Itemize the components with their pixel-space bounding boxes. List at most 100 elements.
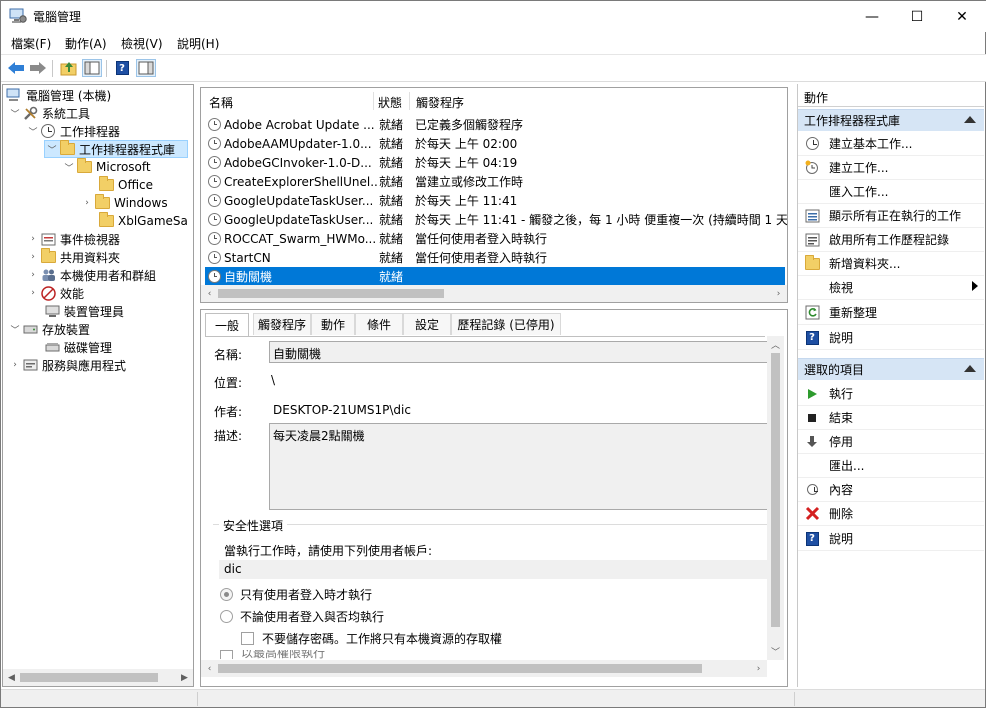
radio-selected-icon[interactable] — [220, 588, 233, 601]
collapse-icon[interactable] — [964, 116, 976, 123]
chevron-down-icon[interactable]: ﹀ — [8, 322, 22, 336]
help-icon[interactable]: ? — [112, 59, 132, 77]
section-selected-item[interactable]: 選取的項目 — [798, 358, 984, 380]
task-row[interactable]: StartCN 就緒 當任何使用者登入時執行 — [205, 248, 785, 267]
task-list-horizontal-scrollbar[interactable]: ‹ › — [201, 285, 787, 302]
radio-logged-on-only[interactable]: 只有使用者登入時才執行 — [220, 586, 372, 603]
tree-task-scheduler[interactable]: ﹀ 工作排程器 — [26, 122, 120, 140]
scroll-up-icon[interactable]: ︿ — [767, 336, 784, 353]
task-row[interactable]: Adobe Acrobat Update ... 就緒 已定義多個觸發程序 — [205, 115, 785, 134]
task-row[interactable]: AdobeGCInvoker-1.0-D... 就緒 於每天 上午 04:19 — [205, 153, 785, 172]
tab-triggers[interactable]: 觸發程序 — [253, 313, 311, 335]
tab-conditions[interactable]: 條件 — [355, 313, 403, 335]
column-header-name[interactable]: 名稱 — [209, 94, 233, 111]
tree-local-users[interactable]: › 本機使用者和群組 — [26, 266, 156, 284]
action-properties[interactable]: 內容 — [798, 478, 984, 502]
up-folder-icon[interactable] — [59, 59, 79, 77]
column-header-status[interactable]: 狀態 — [378, 94, 402, 111]
action-delete[interactable]: 刪除 — [798, 502, 984, 526]
scroll-right-icon[interactable]: ▶ — [176, 669, 193, 686]
forward-arrow-icon[interactable] — [28, 59, 48, 77]
action-disable[interactable]: 停用 — [798, 430, 984, 454]
action-export[interactable]: 匯出... — [798, 454, 984, 478]
chevron-right-icon[interactable]: › — [80, 196, 94, 210]
scroll-right-icon[interactable]: › — [770, 285, 787, 302]
action-help[interactable]: ? 說明 — [798, 326, 984, 350]
close-button[interactable]: ✕ — [939, 1, 985, 32]
user-account-field[interactable]: dic — [219, 560, 769, 579]
checkbox-icon[interactable] — [241, 632, 254, 645]
tree-system-tools[interactable]: ﹀ 系統工具 — [8, 104, 90, 122]
action-new-folder[interactable]: 新增資料夾... — [798, 252, 984, 276]
tree-disk-management[interactable]: 磁碟管理 — [44, 338, 112, 356]
chevron-right-icon[interactable]: › — [26, 250, 40, 264]
tree-office[interactable]: Office — [98, 176, 153, 194]
tab-settings[interactable]: 設定 — [403, 313, 451, 335]
show-hide-tree-icon[interactable] — [82, 59, 102, 77]
collapse-icon[interactable] — [964, 365, 976, 372]
highest-privileges-partial[interactable]: 以最高權限執行 — [220, 650, 760, 659]
chevron-down-icon[interactable]: ﹀ — [8, 106, 22, 120]
scroll-down-icon[interactable]: ﹀ — [767, 643, 784, 660]
menu-action[interactable]: 動作(A) — [65, 35, 107, 52]
radio-icon[interactable] — [220, 610, 233, 623]
task-row-selected[interactable]: 自動關機 就緒 — [205, 267, 785, 286]
chevron-right-icon[interactable]: › — [26, 286, 40, 300]
chevron-right-icon[interactable]: › — [26, 268, 40, 282]
detail-vertical-scrollbar[interactable]: ︿ ﹀ — [767, 336, 784, 660]
chevron-right-icon[interactable]: › — [26, 232, 40, 246]
minimize-button[interactable]: — — [849, 1, 895, 32]
chevron-right-icon[interactable]: › — [8, 358, 22, 372]
action-view[interactable]: 檢視 — [798, 276, 984, 300]
action-run[interactable]: 執行 — [798, 382, 984, 406]
scroll-thumb[interactable] — [218, 664, 702, 673]
task-row[interactable]: AdobeAAMUpdater-1.0... 就緒 於每天 上午 02:00 — [205, 134, 785, 153]
chevron-down-icon[interactable]: ﹀ — [26, 124, 40, 138]
action-display-running[interactable]: 顯示所有正在執行的工作 — [798, 204, 984, 228]
checkbox-do-not-store-password[interactable]: 不要儲存密碼。工作將只有本機資源的存取權 — [241, 630, 502, 647]
scroll-thumb[interactable] — [20, 673, 158, 682]
task-row[interactable]: ROCCAT_Swarm_HWMo... 就緒 當任何使用者登入時執行 — [205, 229, 785, 248]
scroll-thumb[interactable] — [218, 289, 444, 298]
action-enable-history[interactable]: 啟用所有工作歷程記錄 — [798, 228, 984, 252]
tree-shared-folders[interactable]: › 共用資料夾 — [26, 248, 120, 266]
back-arrow-icon[interactable] — [6, 59, 26, 77]
action-import-task[interactable]: 匯入工作... — [798, 180, 984, 204]
action-create-basic-task[interactable]: 建立基本工作... — [798, 132, 984, 156]
menu-file[interactable]: 檔案(F) — [11, 35, 51, 52]
maximize-button[interactable]: ☐ — [894, 1, 940, 32]
action-refresh[interactable]: 重新整理 — [798, 301, 984, 325]
scroll-left-icon[interactable]: ◀ — [3, 669, 20, 686]
column-header-trigger[interactable]: 觸發程序 — [416, 94, 464, 111]
detail-horizontal-scrollbar[interactable]: ‹ › — [201, 660, 767, 677]
description-field[interactable]: 每天凌晨2點關機 — [269, 423, 769, 510]
tree-microsoft[interactable]: ﹀ Microsoft — [62, 158, 151, 176]
section-task-library[interactable]: 工作排程器程式庫 — [798, 109, 984, 131]
task-row[interactable]: CreateExplorerShellUnel... 就緒 當建立或修改工作時 — [205, 172, 785, 191]
scroll-left-icon[interactable]: ‹ — [201, 285, 218, 302]
show-hide-action-pane-icon[interactable] — [136, 59, 156, 77]
scroll-right-icon[interactable]: › — [750, 660, 767, 677]
tree-windows[interactable]: › Windows — [80, 194, 168, 212]
tree-device-manager[interactable]: 裝置管理員 — [44, 302, 124, 320]
tab-history[interactable]: 歷程記錄 (已停用) — [451, 313, 561, 335]
tab-actions[interactable]: 動作 — [311, 313, 355, 335]
chevron-down-icon[interactable]: ﹀ — [45, 142, 59, 156]
scroll-left-icon[interactable]: ‹ — [201, 660, 218, 677]
radio-whether-logged-on[interactable]: 不論使用者登入與否均執行 — [220, 608, 384, 625]
action-create-task[interactable]: 建立工作... — [798, 156, 984, 180]
tree-task-library[interactable]: ﹀ 工作排程器程式庫 — [44, 140, 188, 158]
tree-root[interactable]: 電腦管理 (本機) — [6, 86, 111, 104]
tree-storage[interactable]: ﹀ 存放裝置 — [8, 320, 90, 338]
action-help-selected[interactable]: ? 說明 — [798, 527, 984, 551]
tree-performance[interactable]: › 效能 — [26, 284, 84, 302]
menu-view[interactable]: 檢視(V) — [121, 35, 163, 52]
menu-help[interactable]: 說明(H) — [177, 35, 219, 52]
name-field[interactable]: 自動關機 — [269, 341, 769, 363]
task-row[interactable]: GoogleUpdateTaskUser... 就緒 於每天 上午 11:41 — [205, 191, 785, 210]
tree-services[interactable]: › 服務與應用程式 — [8, 356, 126, 374]
action-end[interactable]: 結束 — [798, 406, 984, 430]
tab-general[interactable]: 一般 — [205, 313, 249, 336]
task-row[interactable]: GoogleUpdateTaskUser... 就緒 於每天 上午 11:41 … — [205, 210, 787, 229]
tree-xblgamesave[interactable]: XblGameSa — [98, 212, 190, 230]
